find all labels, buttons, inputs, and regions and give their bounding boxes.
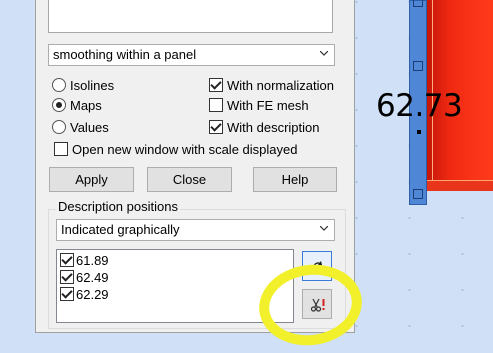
radio-button[interactable]: [52, 120, 66, 134]
radio-values[interactable]: Values: [52, 119, 109, 137]
description-position-select[interactable]: Indicated graphically: [56, 219, 335, 241]
checkbox[interactable]: [209, 120, 223, 134]
radio-button[interactable]: [52, 78, 66, 92]
checkbox[interactable]: [54, 142, 68, 156]
radio-isolines-label: Isolines: [70, 78, 115, 93]
checkbox-with-description[interactable]: With description: [209, 119, 319, 137]
description-list[interactable]: 61.89 62.49 62.29: [56, 249, 294, 323]
checkbox-with-normalization[interactable]: With normalization: [209, 77, 334, 95]
preview-box: [48, 0, 333, 33]
checkbox[interactable]: [60, 287, 74, 301]
checkbox[interactable]: [60, 270, 74, 284]
member-node[interactable]: [413, 189, 423, 199]
list-item[interactable]: 61.89: [60, 252, 109, 270]
list-item-value: 62.49: [76, 270, 109, 285]
list-item-value: 61.89: [76, 253, 109, 268]
description-positions-title: Description positions: [56, 199, 180, 215]
member-node[interactable]: [413, 61, 423, 71]
member-node[interactable]: [413, 0, 423, 7]
radio-maps[interactable]: Maps: [52, 97, 102, 115]
help-button[interactable]: Help: [253, 167, 337, 192]
list-item[interactable]: 62.49: [60, 269, 109, 287]
radio-maps-label: Maps: [70, 98, 102, 113]
checkbox[interactable]: [209, 78, 223, 92]
list-item-value: 62.29: [76, 287, 109, 302]
with-normalization-label: With normalization: [227, 78, 334, 93]
open-new-window-label: Open new window with scale displayed: [72, 142, 298, 157]
map-bottom-edge: [427, 180, 493, 191]
checkbox[interactable]: [60, 253, 74, 267]
with-fe-mesh-label: With FE mesh: [227, 98, 309, 113]
smoothing-select[interactable]: smoothing within a panel: [48, 44, 335, 66]
checkbox-with-fe-mesh[interactable]: With FE mesh: [209, 97, 309, 115]
list-item[interactable]: 62.29: [60, 286, 109, 304]
checkbox-open-new-window[interactable]: Open new window with scale displayed: [54, 141, 297, 159]
chevron-down-icon: [320, 226, 328, 231]
close-button[interactable]: Close: [147, 167, 232, 192]
description-position-select-value: Indicated graphically: [61, 222, 180, 237]
checkbox[interactable]: [209, 98, 223, 112]
radio-isolines[interactable]: Isolines: [52, 77, 114, 95]
chevron-down-icon: [320, 51, 328, 56]
smoothing-select-value: smoothing within a panel: [53, 47, 197, 62]
with-description-label: With description: [227, 120, 320, 135]
radio-values-label: Values: [70, 120, 109, 135]
map-value-label: 62.73: [376, 88, 463, 124]
radio-button[interactable]: [52, 98, 66, 112]
member-joint[interactable]: [417, 130, 421, 134]
apply-button[interactable]: Apply: [49, 167, 134, 192]
